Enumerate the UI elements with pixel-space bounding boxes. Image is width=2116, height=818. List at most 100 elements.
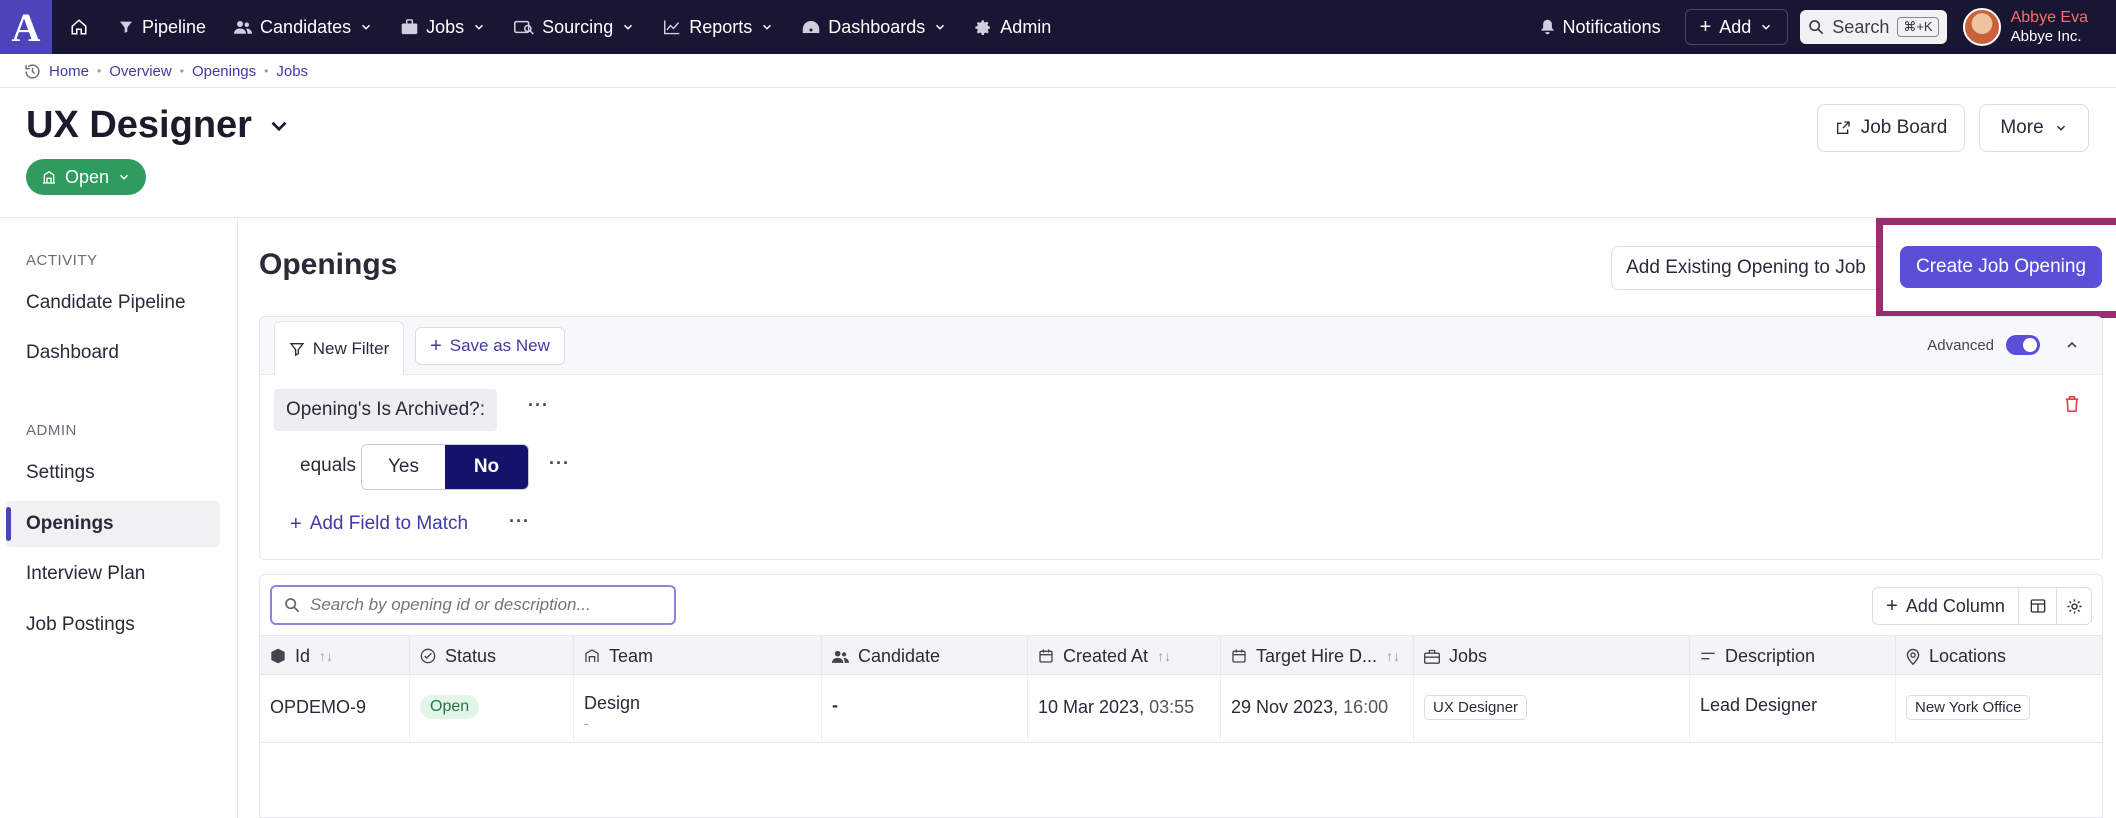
nav-sourcing[interactable]: Sourcing: [500, 0, 649, 54]
sidebar-section-admin: ADMIN: [26, 422, 77, 439]
sidebar-section-activity: ACTIVITY: [26, 252, 98, 269]
table-row[interactable]: OPDEMO-9 Open Design - - 10 Mar 2023, 03…: [260, 675, 2102, 743]
sidebar-item-settings[interactable]: Settings: [26, 462, 95, 484]
chevron-up-icon[interactable]: [2064, 337, 2080, 353]
chevron-down-icon: [936, 24, 945, 30]
add-field-to-match-button[interactable]: + Add Field to Match: [290, 513, 468, 535]
search-label: Search: [1832, 16, 1890, 37]
nav-reports-label: Reports: [689, 16, 753, 37]
candidate-value: -: [832, 695, 838, 715]
nav-jobs[interactable]: Jobs: [387, 0, 500, 54]
user-menu[interactable]: Abbye Eva Abbye Inc.: [2011, 8, 2088, 46]
job-tag[interactable]: UX Designer: [1424, 695, 1528, 720]
header-divider: [0, 217, 2116, 218]
add-button[interactable]: + Add: [1684, 9, 1789, 45]
cell-description: Lead Designer: [1690, 675, 1896, 743]
column-header-description[interactable]: Description: [1690, 636, 1896, 676]
breadcrumb-jobs[interactable]: Jobs: [276, 63, 308, 80]
trash-icon[interactable]: [2064, 395, 2080, 413]
breadcrumb-openings[interactable]: Openings: [192, 63, 256, 80]
cell-jobs: UX Designer: [1414, 675, 1690, 743]
layout-button[interactable]: [2019, 588, 2057, 624]
building-icon: [42, 170, 55, 184]
global-search-button[interactable]: Search ⌘+K: [1800, 10, 1947, 44]
column-header-status[interactable]: Status: [410, 636, 574, 676]
top-navbar: A Pipeline Candidates Jobs Sourcing Repo…: [0, 0, 2116, 54]
briefcase-icon: [401, 19, 418, 35]
nav-pipeline[interactable]: Pipeline: [104, 0, 220, 54]
calendar-icon: [1232, 649, 1246, 663]
add-existing-opening-button[interactable]: Add Existing Opening to Job: [1611, 246, 1881, 290]
more-dots-icon[interactable]: ···: [509, 511, 530, 532]
column-header-locations[interactable]: Locations: [1896, 636, 2104, 676]
new-filter-label: New Filter: [312, 338, 390, 358]
cell-candidate: -: [822, 675, 1028, 743]
new-filter-tab[interactable]: New Filter: [274, 321, 404, 375]
cell-locations: New York Office: [1896, 675, 2104, 743]
column-header-team[interactable]: Team: [574, 636, 822, 676]
opening-id[interactable]: OPDEMO-9: [270, 697, 366, 718]
table-settings-button[interactable]: [2057, 588, 2091, 624]
column-header-candidate-label: Candidate: [858, 645, 941, 666]
logo-letter: A: [11, 4, 41, 50]
app-logo[interactable]: A: [0, 0, 52, 54]
search-icon: [285, 598, 300, 613]
save-as-new-button[interactable]: + Save as New: [415, 327, 565, 365]
sort-icon[interactable]: ↑↓: [1386, 648, 1400, 664]
more-button[interactable]: More: [1979, 104, 2089, 152]
nav-candidates[interactable]: Candidates: [220, 0, 387, 54]
option-yes[interactable]: Yes: [362, 445, 445, 489]
sidebar-item-candidate-pipeline[interactable]: Candidate Pipeline: [26, 292, 186, 314]
home-nav[interactable]: [52, 0, 104, 54]
plus-icon: +: [430, 335, 442, 357]
add-field-label: Add Field to Match: [309, 513, 469, 534]
check-circle-icon: [420, 648, 436, 664]
filter-field-chip[interactable]: Opening's Is Archived?:: [274, 389, 498, 431]
sort-icon[interactable]: ↑↓: [1157, 648, 1171, 664]
notifications-button[interactable]: Notifications: [1526, 0, 1675, 54]
page-title[interactable]: UX Designer: [26, 104, 292, 147]
nav-dashboards-label: Dashboards: [828, 16, 926, 37]
save-as-new-label: Save as New: [449, 336, 550, 355]
history-icon[interactable]: [24, 63, 41, 80]
more-dots-icon[interactable]: ···: [549, 453, 570, 474]
breadcrumb: Home • Overview • Openings • Jobs: [24, 60, 308, 82]
avatar[interactable]: [1962, 8, 2001, 46]
column-header-candidate[interactable]: Candidate: [822, 636, 1028, 676]
nav-dashboards[interactable]: Dashboards: [788, 0, 961, 54]
gauge-icon: [802, 21, 820, 33]
location-tag[interactable]: New York Office: [1906, 695, 2031, 720]
breadcrumb-home[interactable]: Home: [49, 63, 89, 80]
column-header-description-label: Description: [1725, 645, 1816, 666]
column-header-id[interactable]: Id ↑↓: [260, 636, 410, 676]
highlight-box: [1876, 218, 2116, 318]
advanced-toggle[interactable]: [2006, 335, 2040, 355]
add-column-button[interactable]: + Add Column: [1873, 588, 2019, 624]
nav-reports[interactable]: Reports: [649, 0, 788, 54]
chevron-down-icon: [362, 24, 371, 30]
column-header-created-at[interactable]: Created At ↑↓: [1028, 636, 1221, 676]
sidebar-item-interview-plan[interactable]: Interview Plan: [26, 563, 145, 585]
sort-icon[interactable]: ↑↓: [319, 648, 333, 664]
column-header-jobs[interactable]: Jobs: [1414, 636, 1690, 676]
option-no[interactable]: No: [445, 445, 528, 489]
sidebar-item-dashboard[interactable]: Dashboard: [26, 342, 119, 364]
filter-operator: equals: [300, 455, 356, 476]
search-input[interactable]: [310, 595, 650, 615]
column-header-status-label: Status: [445, 645, 497, 666]
sidebar-item-job-postings[interactable]: Job Postings: [26, 614, 135, 636]
add-existing-opening-label: Add Existing Opening to Job: [1626, 257, 1866, 278]
search-icon: [1809, 20, 1824, 35]
column-header-target-hire[interactable]: Target Hire D... ↑↓: [1221, 636, 1414, 676]
nav-admin[interactable]: Admin: [961, 0, 1065, 54]
sidebar-item-openings[interactable]: Openings: [26, 513, 114, 535]
cell-created-at: 10 Mar 2023, 03:55: [1028, 675, 1221, 743]
created-time: 03:55: [1149, 697, 1195, 717]
advanced-label: Advanced: [1927, 336, 1994, 354]
gear-icon: [975, 19, 991, 35]
job-status-dropdown[interactable]: Open: [26, 159, 146, 195]
advanced-toggle-group: Advanced: [1927, 335, 2040, 355]
job-board-button[interactable]: Job Board: [1817, 104, 1965, 152]
breadcrumb-overview[interactable]: Overview: [109, 63, 172, 80]
more-dots-icon[interactable]: ···: [528, 395, 549, 416]
